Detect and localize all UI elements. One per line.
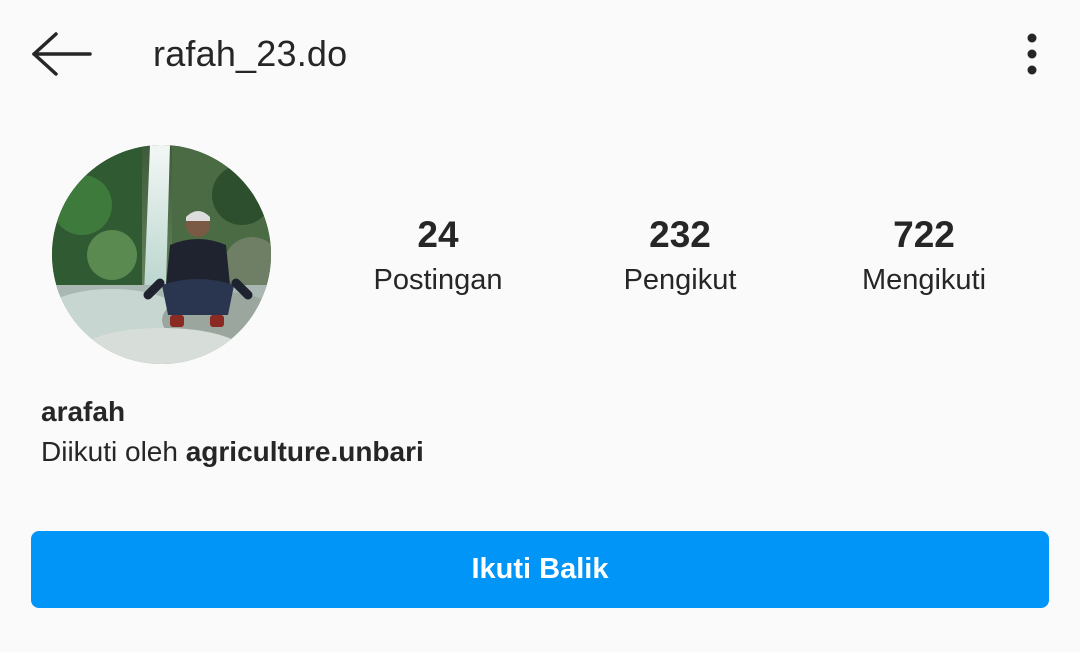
posts-label: Postingan [373, 264, 503, 296]
followers-count: 232 [649, 214, 711, 255]
follow-back-button[interactable]: Ikuti Balik [31, 531, 1049, 608]
posts-stat[interactable]: 24 Postingan [328, 212, 548, 300]
profile-photo [52, 145, 271, 364]
profile-page: rafah_23.do 24 Postingan 232 Pengikut 72… [0, 0, 1080, 652]
display-name: arafah [41, 396, 126, 427]
avatar[interactable] [52, 145, 271, 364]
followers-label: Pengikut [623, 264, 737, 296]
top-bar: rafah_23.do [0, 0, 1080, 110]
arrow-left-icon [32, 32, 92, 76]
more-options-button[interactable] [1012, 26, 1052, 82]
followed-by-text[interactable]: Diikuti oleh agriculture.unbari [41, 434, 424, 470]
followers-stat[interactable]: 232 Pengikut [570, 212, 790, 300]
following-label: Mengikuti [861, 264, 987, 296]
more-vertical-icon [1027, 33, 1037, 75]
followed-by-prefix: Diikuti oleh [41, 436, 186, 467]
back-button[interactable] [26, 26, 96, 82]
posts-count: 24 [417, 214, 459, 255]
followed-by-user[interactable]: agriculture.unbari [186, 436, 424, 467]
page-title: rafah_23.do [153, 33, 348, 74]
following-stat[interactable]: 722 Mengikuti [814, 212, 1034, 300]
following-count: 722 [893, 214, 955, 255]
